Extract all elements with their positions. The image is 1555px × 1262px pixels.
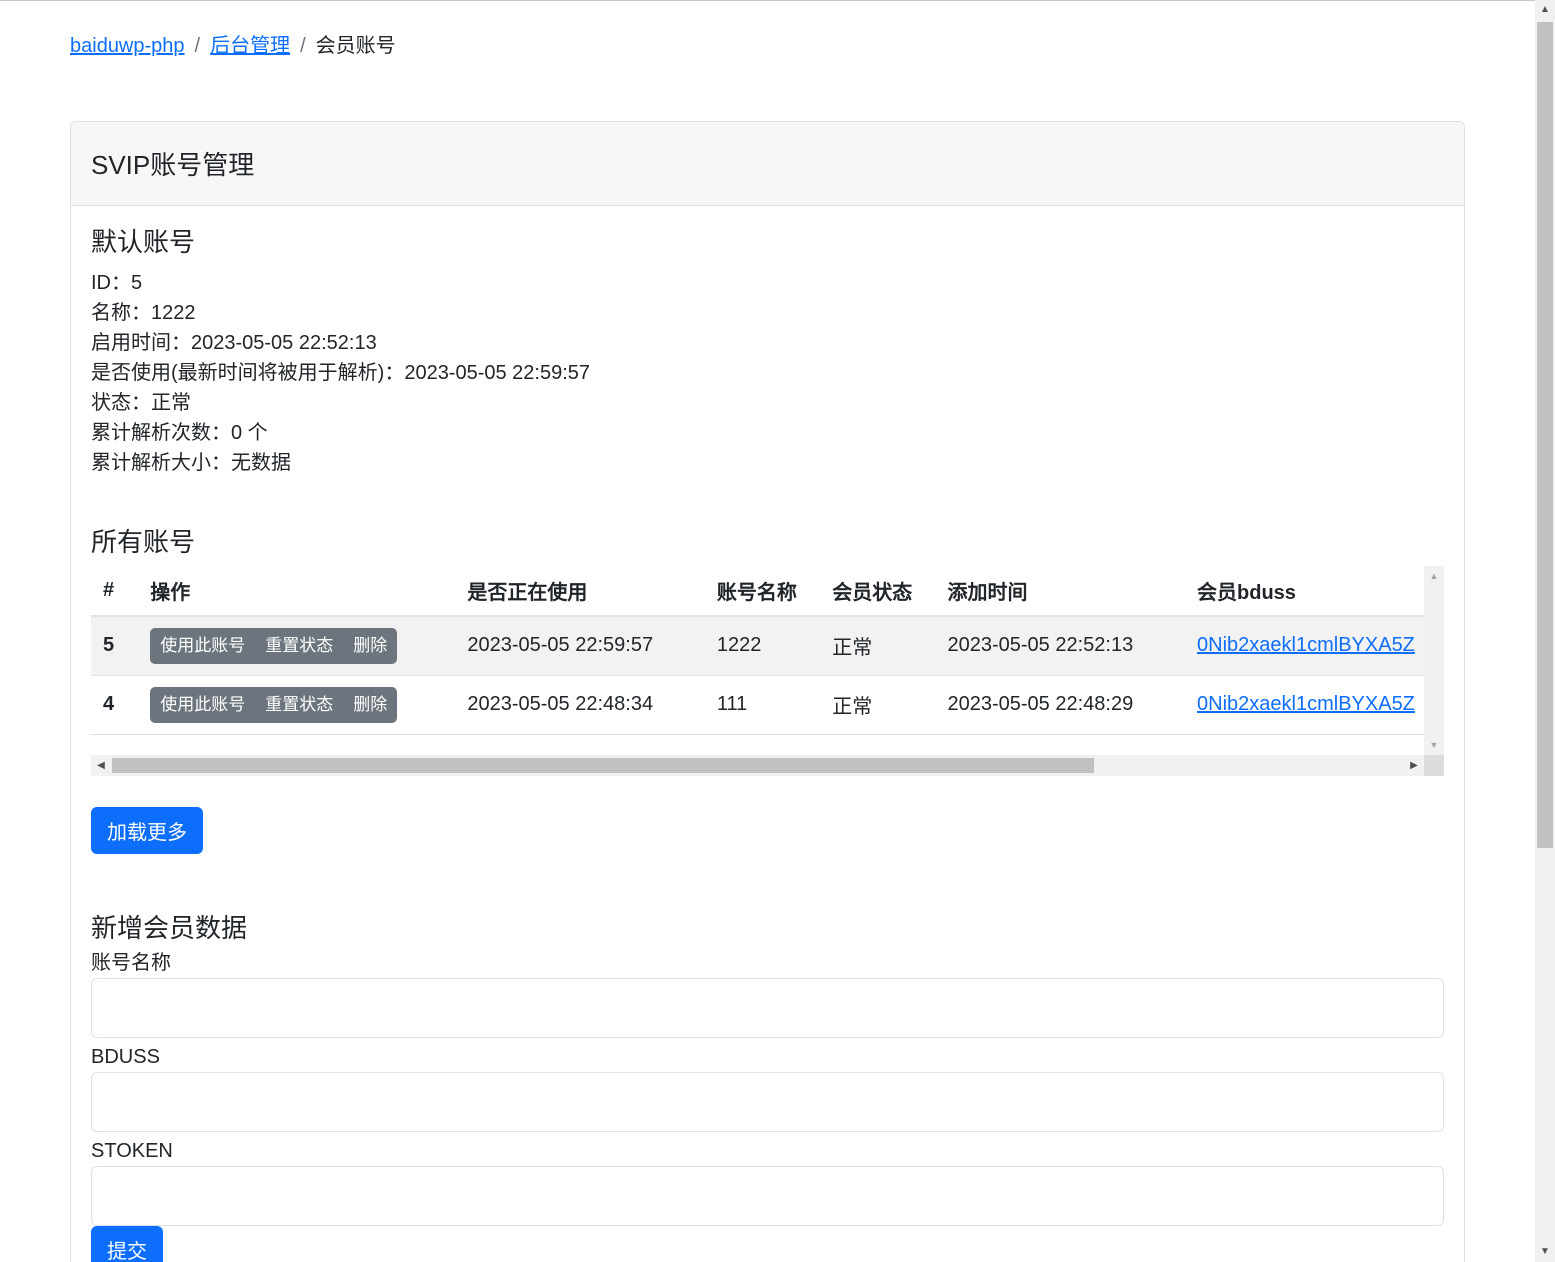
row-bduss: 0Nib2xaekl1cmlBYXA5Z bbox=[1185, 616, 1444, 676]
table-vertical-scrollbar[interactable]: ▲ ▼ bbox=[1424, 566, 1444, 755]
default-account-heading: 默认账号 bbox=[91, 227, 196, 257]
reset-status-button[interactable]: 重置状态 bbox=[255, 687, 343, 723]
triangle-left-icon[interactable]: ◀ bbox=[91, 755, 111, 776]
bduss-field[interactable] bbox=[91, 1072, 1444, 1132]
row-actions: 使用此账号 重置状态 删除 bbox=[138, 675, 456, 735]
accounts-table: # 操作 是否正在使用 账号名称 会员状态 添加时间 会员bduss 5 使用此… bbox=[91, 566, 1444, 735]
col-header-added: 添加时间 bbox=[935, 566, 1186, 617]
row-index: 5 bbox=[91, 616, 139, 676]
info-last-used: 是否使用(最新时间将被用于解析)：2023-05-05 22:59:57 bbox=[91, 362, 591, 384]
bduss-link[interactable]: 0Nib2xaekl1cmlBYXA5Z bbox=[1197, 634, 1415, 656]
info-parse-count: 累计解析次数：0 个 bbox=[91, 422, 268, 444]
card-header: SVIP账号管理 bbox=[71, 122, 1464, 206]
default-account-info: ID：5 名称：1222 启用时间：2023-05-05 22:52:13 是否… bbox=[91, 268, 590, 478]
use-account-button[interactable]: 使用此账号 bbox=[150, 628, 255, 664]
default-account-section: 默认账号 ID：5 名称：1222 启用时间：2023-05-05 22:52:… bbox=[91, 226, 590, 478]
page: baiduwp-php / 后台管理 / 会员账号 SVIP账号管理 默认账号 … bbox=[0, 0, 1535, 1262]
triangle-down-icon[interactable]: ▼ bbox=[1424, 735, 1444, 755]
new-account-section: 新增会员数据 账号名称 BDUSS STOKEN 提交 bbox=[91, 912, 1444, 1262]
triangle-up-icon[interactable]: ▲ bbox=[1535, 0, 1555, 20]
account-name-field[interactable] bbox=[91, 978, 1444, 1038]
col-header-index: # bbox=[91, 566, 139, 617]
table-horizontal-scrollbar[interactable]: ◀ ▶ bbox=[91, 755, 1444, 776]
row-status: 正常 bbox=[820, 675, 936, 735]
stoken-label: STOKEN bbox=[91, 1140, 173, 1162]
all-accounts-section: 所有账号 # 操作 是否正在使用 账号名称 会员状态 添加时间 会员bduss bbox=[91, 526, 1444, 776]
info-parse-size: 累计解析大小：无数据 bbox=[91, 452, 291, 474]
delete-button[interactable]: 删除 bbox=[343, 687, 397, 723]
account-name-label: 账号名称 bbox=[91, 952, 171, 974]
bduss-link[interactable]: 0Nib2xaekl1cmlBYXA5Z bbox=[1197, 693, 1415, 715]
row-added: 2023-05-05 22:52:13 bbox=[935, 616, 1186, 676]
action-button-group: 使用此账号 重置状态 删除 bbox=[150, 686, 398, 723]
breadcrumb-home-link[interactable]: baiduwp-php bbox=[70, 32, 185, 60]
bduss-label: BDUSS bbox=[91, 1046, 160, 1068]
top-divider bbox=[0, 0, 1535, 1]
svip-card: SVIP账号管理 默认账号 ID：5 名称：1222 启用时间：2023-05-… bbox=[70, 121, 1465, 1262]
row-in-use: 2023-05-05 22:48:34 bbox=[455, 675, 705, 735]
horizontal-scroll-thumb[interactable] bbox=[112, 758, 1094, 773]
row-actions: 使用此账号 重置状态 删除 bbox=[138, 616, 456, 676]
breadcrumb-admin-link[interactable]: 后台管理 bbox=[210, 32, 290, 60]
breadcrumb: baiduwp-php / 后台管理 / 会员账号 bbox=[70, 32, 396, 60]
col-header-actions: 操作 bbox=[138, 566, 456, 617]
info-id: ID：5 bbox=[91, 272, 143, 294]
page-vertical-scrollbar[interactable]: ▲ ▼ bbox=[1535, 0, 1555, 1262]
page-scroll-thumb[interactable] bbox=[1537, 22, 1553, 848]
row-name: 1222 bbox=[704, 616, 821, 676]
col-header-bduss: 会员bduss bbox=[1185, 566, 1444, 617]
breadcrumb-separator: / bbox=[194, 35, 201, 57]
table-row: 5 使用此账号 重置状态 删除 2023-05-05 22:59:57 1222… bbox=[91, 616, 1444, 676]
delete-button[interactable]: 删除 bbox=[343, 628, 397, 664]
col-header-in-use: 是否正在使用 bbox=[455, 566, 705, 617]
row-name: 111 bbox=[704, 675, 821, 735]
table-header-row: # 操作 是否正在使用 账号名称 会员状态 添加时间 会员bduss bbox=[91, 566, 1444, 617]
all-accounts-heading: 所有账号 bbox=[91, 527, 196, 557]
col-header-name: 账号名称 bbox=[704, 566, 821, 617]
submit-button[interactable]: 提交 bbox=[91, 1226, 163, 1262]
info-name: 名称：1222 bbox=[91, 302, 196, 324]
scrollbar-corner bbox=[1424, 755, 1444, 776]
accounts-table-scroll[interactable]: # 操作 是否正在使用 账号名称 会员状态 添加时间 会员bduss 5 使用此… bbox=[91, 566, 1444, 776]
use-account-button[interactable]: 使用此账号 bbox=[150, 687, 255, 723]
row-index: 4 bbox=[91, 675, 139, 735]
reset-status-button[interactable]: 重置状态 bbox=[255, 628, 343, 664]
table-row: 4 使用此账号 重置状态 删除 2023-05-05 22:48:34 111 … bbox=[91, 675, 1444, 735]
breadcrumb-current: 会员账号 bbox=[315, 35, 396, 57]
info-status: 状态：正常 bbox=[91, 392, 191, 414]
stoken-field[interactable] bbox=[91, 1166, 1444, 1226]
col-header-status: 会员状态 bbox=[820, 566, 936, 617]
new-account-heading: 新增会员数据 bbox=[91, 913, 248, 943]
row-in-use: 2023-05-05 22:59:57 bbox=[455, 616, 705, 676]
breadcrumb-separator: / bbox=[300, 35, 306, 57]
load-more-button[interactable]: 加载更多 bbox=[91, 807, 203, 854]
row-bduss: 0Nib2xaekl1cmlBYXA5Z bbox=[1185, 675, 1444, 735]
triangle-up-icon[interactable]: ▲ bbox=[1424, 566, 1444, 586]
triangle-right-icon[interactable]: ▶ bbox=[1404, 755, 1424, 776]
triangle-down-icon[interactable]: ▼ bbox=[1535, 1242, 1555, 1262]
action-button-group: 使用此账号 重置状态 删除 bbox=[150, 627, 398, 664]
row-added: 2023-05-05 22:48:29 bbox=[935, 675, 1186, 735]
row-status: 正常 bbox=[820, 616, 936, 676]
info-enabled-time: 启用时间：2023-05-05 22:52:13 bbox=[91, 332, 377, 354]
card-title: SVIP账号管理 bbox=[91, 150, 255, 180]
